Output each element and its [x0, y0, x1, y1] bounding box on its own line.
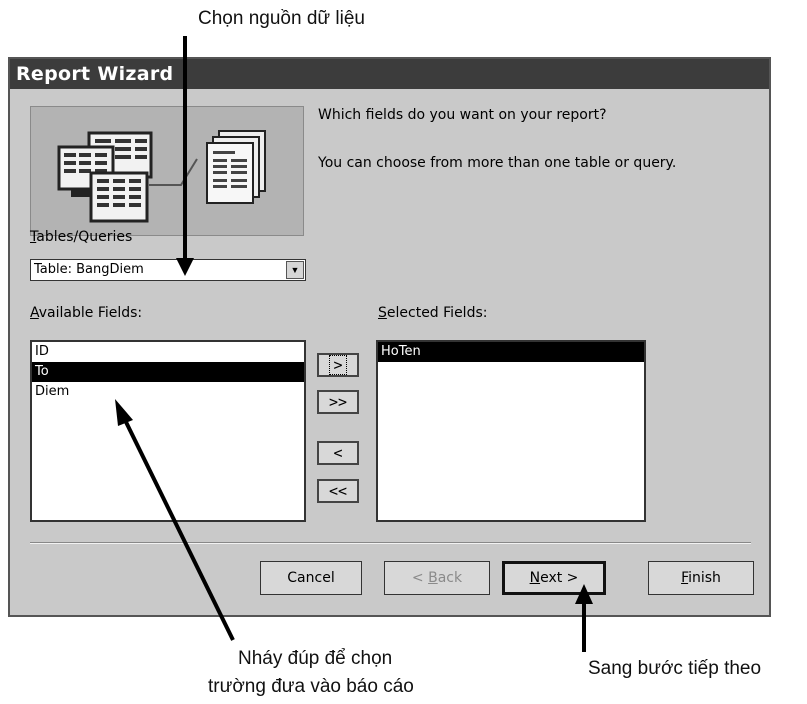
- dropdown-arrow-icon[interactable]: ▼: [286, 261, 304, 279]
- annotation-choose-source: Chọn nguồn dữ liệu: [198, 8, 365, 29]
- title-bar[interactable]: Report Wizard: [10, 59, 769, 89]
- report-wizard-dialog: Report Wizard Which fields do you want o…: [8, 57, 771, 617]
- annotation-double-click-line1: Nháy đúp để chọn: [238, 648, 393, 669]
- prompt-note: You can choose from more than one table …: [318, 155, 677, 171]
- available-fields-list[interactable]: ID To Diem: [30, 340, 306, 522]
- tables-to-report-icon: [57, 130, 266, 223]
- selected-fields-label: Selected Fields:: [378, 305, 488, 321]
- tables-queries-select[interactable]: Table: BangDiem ▼: [30, 259, 306, 281]
- tables-queries-label: Tables/Queries: [30, 229, 133, 245]
- annotation-next-step: Sang bước tiếp theo: [588, 658, 762, 679]
- window-title: Report Wizard: [16, 63, 174, 85]
- list-item[interactable]: ID: [32, 342, 304, 362]
- available-fields-label: Available Fields:: [30, 305, 143, 321]
- back-button[interactable]: < Back: [384, 561, 490, 595]
- tables-queries-value: Table: BangDiem: [34, 262, 144, 277]
- remove-all-fields-button[interactable]: <<: [317, 479, 359, 503]
- remove-field-button[interactable]: <: [317, 441, 359, 465]
- add-field-button[interactable]: >: [317, 353, 359, 377]
- list-item[interactable]: To: [32, 362, 304, 382]
- next-button[interactable]: Next >: [502, 561, 606, 595]
- add-all-fields-button[interactable]: >>: [317, 390, 359, 414]
- separator: [30, 542, 751, 544]
- cancel-button[interactable]: Cancel: [260, 561, 362, 595]
- finish-button[interactable]: Finish: [648, 561, 754, 595]
- prompt-question: Which fields do you want on your report?: [318, 107, 607, 123]
- list-item[interactable]: HoTen: [378, 342, 644, 362]
- list-item[interactable]: Diem: [32, 382, 304, 402]
- selected-fields-list[interactable]: HoTen: [376, 340, 646, 522]
- annotation-double-click-line2: trường đưa vào báo cáo: [208, 676, 414, 697]
- wizard-illustration: [30, 106, 304, 236]
